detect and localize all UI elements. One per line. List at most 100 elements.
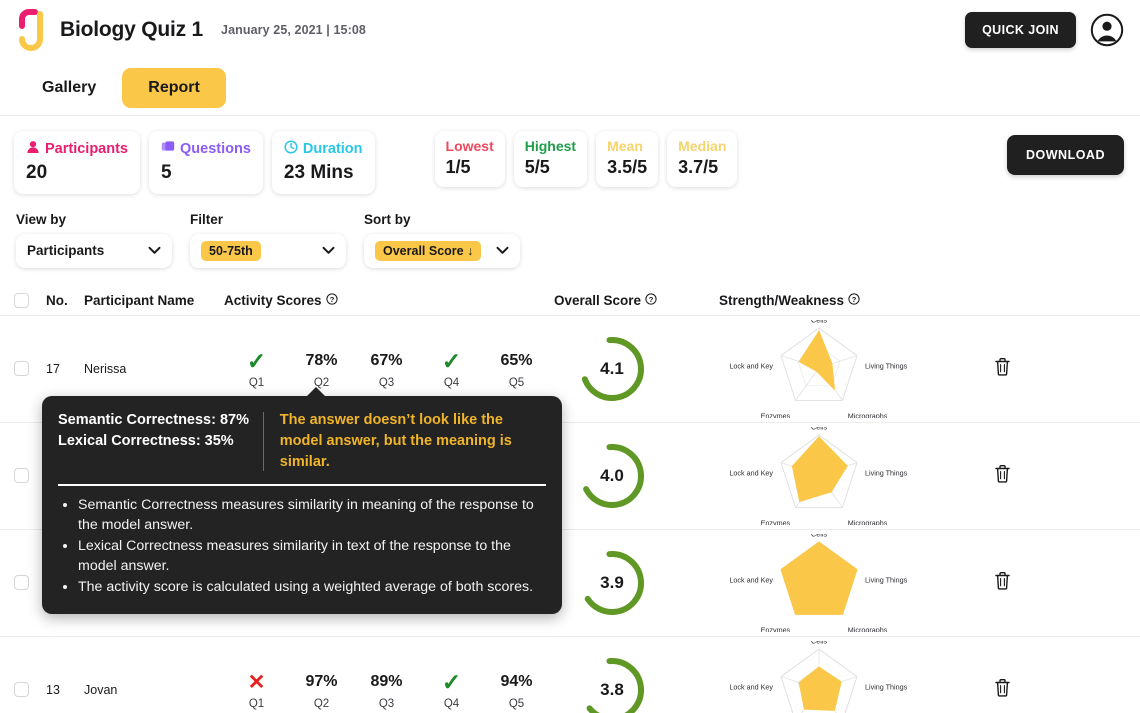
row-checkbox[interactable]	[14, 682, 29, 698]
row-checkbox[interactable]	[14, 468, 29, 484]
tooltip-rule	[58, 484, 546, 486]
sort-by-label: Sort by	[364, 211, 411, 227]
tab-report[interactable]: Report	[122, 67, 226, 108]
question-value: ✓	[441, 347, 462, 374]
svg-text:Micrographs: Micrographs	[848, 625, 888, 632]
stat-label: Mean	[607, 138, 643, 154]
stat-label: Duration	[302, 140, 363, 157]
question-value: ✓	[246, 347, 267, 374]
trash-icon[interactable]	[994, 357, 1011, 381]
view-by-select[interactable]: Participants	[16, 233, 172, 268]
stat-card-questions: Questions 5	[149, 131, 263, 194]
trash-icon[interactable]	[994, 464, 1011, 488]
filter-chip: 50-75th	[201, 240, 261, 261]
overall-score-value: 4.1	[600, 358, 624, 378]
stat-label: Highest	[524, 138, 577, 154]
svg-text:Micrographs: Micrographs	[848, 411, 888, 418]
header-participant-name: Participant Name	[84, 292, 195, 308]
svg-text:Living Things: Living Things	[865, 682, 908, 691]
question-label: Q3	[378, 377, 395, 390]
stat-label: Participants	[45, 140, 128, 157]
row-checkbox[interactable]	[14, 361, 29, 377]
stat-value: 1/5	[445, 157, 471, 178]
question-label: Q2	[313, 698, 330, 711]
stat-label-wrap: Mean	[607, 138, 647, 154]
table-row[interactable]: 13 Jovan ✕ Q1 97% Q2 89% Q3 ✓ Q4 94% Q5 …	[0, 637, 1140, 713]
question-mark-icon[interactable]: ?	[325, 293, 338, 308]
svg-text:Lock and Key: Lock and Key	[729, 361, 773, 370]
stat-value: 5/5	[524, 157, 550, 178]
header-strength-label: Strength/Weakness	[719, 292, 845, 308]
question-cell: ✓ Q4	[419, 347, 484, 390]
quick-join-button[interactable]: QUICK JOIN	[965, 12, 1076, 48]
stat-label: Lowest	[445, 138, 494, 154]
question-cell: ✓ Q4	[419, 668, 484, 711]
svg-text:Enzymes: Enzymes	[761, 625, 791, 632]
overall-score-value: 4.0	[600, 465, 624, 485]
row-number: 13	[46, 682, 60, 697]
svg-text:Living Things: Living Things	[865, 361, 908, 370]
header-overall-score: Overall Score ?	[554, 293, 719, 308]
activity-scores-cell: ✓ Q1 78% Q2 67% Q3 ✓ Q4 65% Q5	[224, 347, 554, 390]
svg-text:Micrographs: Micrographs	[848, 518, 888, 525]
delete-cell	[959, 357, 1011, 381]
svg-text:Enzymes: Enzymes	[761, 518, 791, 525]
tooltip-bullets: Semantic Correctness measures similarity…	[58, 495, 546, 598]
table-header: No. Participant Name Activity Scores ? O…	[0, 286, 1140, 316]
svg-text:Enzymes: Enzymes	[761, 411, 791, 418]
select-all-checkbox[interactable]	[14, 292, 29, 308]
svg-text:Living Things: Living Things	[865, 468, 908, 477]
view-by-label: View by	[16, 211, 67, 227]
svg-text:Cells: Cells	[811, 320, 827, 325]
trash-icon[interactable]	[994, 571, 1011, 595]
clock-icon	[284, 140, 298, 159]
question-value: ✓	[441, 668, 462, 695]
filter-group: Filter 50-75th	[190, 212, 346, 268]
user-avatar-icon[interactable]	[1090, 13, 1124, 47]
score-ring: 3.9	[578, 549, 646, 617]
participants-label-row: Participants	[26, 140, 128, 159]
filter-select[interactable]: 50-75th	[190, 233, 346, 268]
svg-text:Lock and Key: Lock and Key	[729, 468, 773, 477]
question-mark-icon[interactable]: ?	[848, 293, 860, 308]
app-header: Biology Quiz 1 January 25, 2021 | 15:08 …	[0, 0, 1140, 60]
tab-bar: Gallery Report	[0, 60, 1140, 116]
question-label: Q5	[508, 377, 525, 390]
question-mark-icon[interactable]: ?	[645, 293, 657, 308]
quiz-logo-icon[interactable]	[14, 9, 48, 51]
overall-score-value: 3.9	[600, 572, 624, 592]
row-checkbox[interactable]	[14, 575, 29, 591]
duration-label-row: Duration	[284, 140, 363, 159]
row-select-cell	[14, 361, 46, 377]
stat-label-wrap: Lowest	[445, 138, 494, 154]
strength-weakness-cell: Cells Living Things Micrographs Enzymes Lock…	[719, 320, 959, 418]
tooltip-bullet: The activity score is calculated using a…	[78, 577, 546, 597]
tab-gallery[interactable]: Gallery	[16, 68, 122, 108]
question-label: Q4	[443, 377, 460, 390]
stat-card-highest: Highest 5/5	[513, 131, 588, 188]
report-page: Biology Quiz 1 January 25, 2021 | 15:08 …	[0, 0, 1140, 713]
question-value: 89%	[370, 673, 403, 691]
stat-label: Median	[678, 138, 727, 154]
question-value: 94%	[500, 673, 533, 691]
question-value: 78%	[305, 352, 338, 370]
cards-icon	[161, 140, 175, 159]
delete-cell	[959, 571, 1011, 595]
stat-card-duration: Duration 23 Mins	[271, 131, 375, 194]
question-cell: 89% Q3	[354, 669, 419, 710]
question-label: Q1	[248, 377, 265, 390]
trash-icon[interactable]	[994, 678, 1011, 702]
svg-text:?: ?	[852, 295, 857, 304]
svg-text:Living Things: Living Things	[865, 575, 908, 584]
stat-label-wrap: Highest	[524, 138, 577, 154]
question-value: ✕	[247, 670, 266, 694]
radar-chart: Cells Living Things Micrographs Enzymes Lock…	[719, 320, 949, 418]
sort-by-select[interactable]: Overall Score ↓	[364, 233, 520, 268]
stat-card-mean: Mean 3.5/5	[596, 131, 659, 188]
download-button[interactable]: DOWNLOAD	[1007, 135, 1124, 175]
question-value: 65%	[500, 352, 533, 370]
quiz-datetime: January 25, 2021 | 15:08	[221, 23, 366, 37]
question-value: 97%	[305, 673, 338, 691]
overall-score-cell: 4.1	[554, 335, 719, 403]
score-ring: 4.1	[578, 335, 646, 403]
